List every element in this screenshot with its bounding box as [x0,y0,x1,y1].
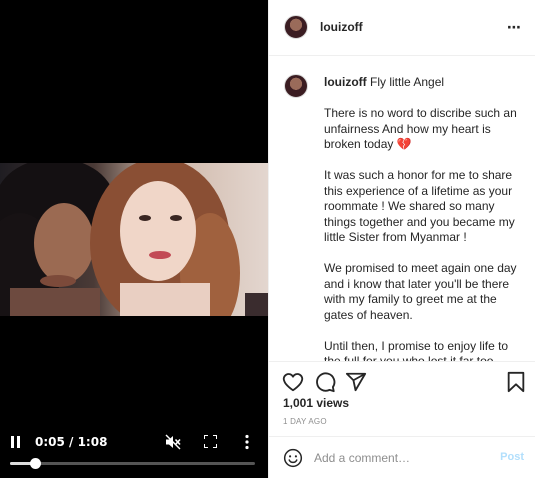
post-timestamp[interactable]: 1 DAY AGO [283,417,327,426]
post-caption: louizoff Fly little Angel There is no wo… [269,56,535,362]
caption-paragraph: Until then, I promise to enjoy life to t… [324,338,509,362]
share-icon[interactable] [345,371,367,393]
video-frame[interactable] [0,163,268,316]
video-player[interactable]: 0:05 / 1:08 [0,0,268,478]
avatar[interactable] [284,15,308,39]
comment-input[interactable] [314,448,484,468]
video-still-image [0,163,268,316]
video-time: 0:05 / 1:08 [35,435,108,449]
caption-avatar[interactable] [284,74,308,98]
emoji-icon[interactable] [283,448,303,468]
more-vertical-icon[interactable] [244,434,250,450]
post-sidebar: louizoff ⋯ louizoff Fly little Angel The… [268,0,535,478]
video-progress-handle[interactable] [29,458,41,469]
caption-first-line: Fly little Angel [370,75,445,89]
fullscreen-icon[interactable] [203,434,218,449]
caption-text: louizoff Fly little Angel There is no wo… [324,75,524,362]
view-count[interactable]: 1,001 views [283,396,349,410]
post-button[interactable]: Post [500,451,524,463]
post-username[interactable]: louizoff [320,20,363,34]
comment-bar: Post [269,436,535,478]
pause-icon[interactable] [11,436,21,448]
caption-paragraph: We promised to meet again one day and i … [324,261,517,322]
caption-paragraph: There is no word to discribe such an unf… [324,106,517,151]
video-progress-bar[interactable] [10,458,255,469]
caption-paragraph: It was such a honor for me to share this… [324,168,515,244]
bookmark-icon[interactable] [505,371,527,393]
heart-icon[interactable] [282,371,304,393]
video-controls: 0:05 / 1:08 [0,430,268,478]
caption-username[interactable]: louizoff [324,75,367,89]
mute-icon[interactable] [165,434,181,450]
comment-icon[interactable] [314,371,336,393]
post-actions [269,362,535,398]
post-header: louizoff ⋯ [269,0,535,56]
more-options-icon[interactable]: ⋯ [507,19,522,36]
